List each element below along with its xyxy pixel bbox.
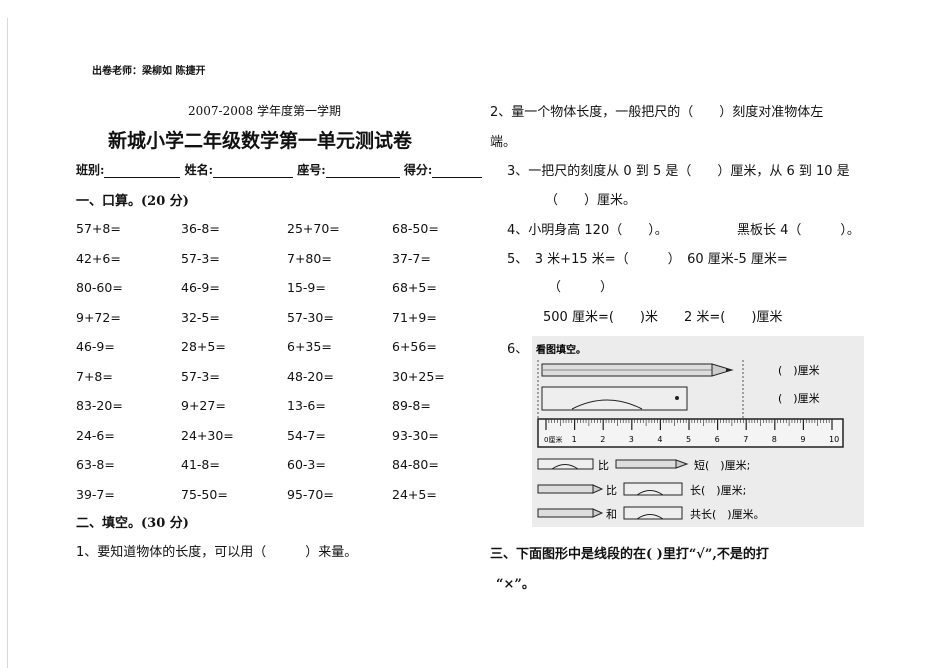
- section3-line1: 三、下面图形中是线段的在( )里打“√”,不是的打: [490, 547, 769, 562]
- figure-blank-2: ( )厘米: [778, 392, 820, 405]
- arith-problem: 54-7=: [287, 427, 326, 443]
- term-line: 2007-2008 学年度第一学期: [188, 104, 341, 118]
- arith-problem: 24-6=: [76, 427, 115, 443]
- question-4-part1: 4、小明身高 120（ ）。: [507, 223, 668, 238]
- arith-problem: 9+27=: [181, 398, 226, 413]
- question-5-line3: 500 厘米=( )米 2 米=( )厘米: [543, 310, 783, 325]
- field-seat: 座号:: [297, 163, 326, 177]
- arith-problem: 6+56=: [392, 339, 437, 354]
- arith-problem: 60-3=: [287, 457, 326, 472]
- arith-problem: 9+72=: [76, 309, 121, 325]
- ruler-tick-label: 10: [829, 435, 839, 444]
- arith-problem: 83-20=: [76, 398, 123, 413]
- ruler-tick-label: 9: [800, 435, 805, 444]
- arith-problem: 84-80=: [392, 457, 439, 472]
- arith-problem: 24+5=: [392, 486, 437, 502]
- arith-problem: 68+5=: [392, 280, 437, 295]
- arith-problem: 75-50=: [181, 486, 228, 502]
- compare-row-1: 比 短( )厘米;: [537, 458, 750, 472]
- teacher-line: 出卷老师：梁柳如 陈捷开: [92, 66, 206, 77]
- figure-caption: 看图填空。: [536, 343, 586, 356]
- arith-problem: 93-30=: [392, 427, 439, 443]
- score-blank[interactable]: [432, 165, 483, 178]
- arith-problem: 30+25=: [392, 368, 445, 384]
- arith-problem: 28+5=: [181, 339, 226, 354]
- row2-answer-text: 长( )厘米;: [690, 484, 746, 497]
- ruler-tick-label: 2: [600, 435, 605, 444]
- arith-problem: 68-50=: [392, 221, 439, 236]
- arith-problem: 46-9=: [181, 280, 220, 295]
- arith-problem: 39-7=: [76, 486, 115, 502]
- arith-problem: 71+9=: [392, 309, 437, 325]
- question-2-line1: 2、量一个物体长度，一般把尺的（ ）刻度对准物体左: [490, 105, 824, 120]
- field-class: 班别:: [76, 163, 105, 177]
- arith-problem: 24+30=: [181, 427, 234, 443]
- question-5-line1: 5、 3 米+15 米=（ ） 60 厘米-5 厘米=: [507, 252, 788, 267]
- question-4-part2: 黑板长 4（ ）。: [737, 223, 860, 238]
- arith-problem: 32-5=: [181, 309, 220, 325]
- arith-problem: 48-20=: [287, 368, 334, 384]
- row1-compare-word: 比: [598, 459, 609, 472]
- section3-line2: “×”。: [496, 577, 535, 592]
- ruler-tick-label: 3: [629, 435, 634, 444]
- ruler-tick-label: 6: [715, 435, 720, 444]
- ruler-figure: 看图填空。 ( )厘米 ( )厘米 1 2 3 4 5 6 7 8 9 10 0厘米: [532, 336, 864, 527]
- question-6-number: 6、: [507, 342, 529, 357]
- row1-answer-text: 短( )厘米;: [694, 458, 750, 472]
- arith-problem: 80-60=: [76, 280, 123, 295]
- info-fields: 班别: 姓名: 座号: 得分:: [76, 161, 483, 178]
- ruler-figure-svg: 看图填空。 ( )厘米 ( )厘米 1 2 3 4 5 6 7 8 9 10 0厘米: [536, 343, 844, 521]
- arith-problem: 13-6=: [287, 398, 326, 413]
- arith-problem: 6+35=: [287, 339, 332, 354]
- arith-problem: 57-3=: [181, 368, 220, 384]
- measuring-ruler-icon: 1 2 3 4 5 6 7 8 9 10 0厘米: [537, 418, 844, 448]
- question-1: 1、要知道物体的长度，可以用（ ）来量。: [76, 545, 358, 560]
- pencil-icon: [541, 363, 734, 377]
- arith-problem: 25+70=: [287, 221, 340, 236]
- arith-problem: 7+80=: [287, 250, 332, 266]
- class-blank[interactable]: [104, 165, 181, 178]
- compare-row-3: 和 共长( )厘米。: [537, 506, 765, 521]
- arith-problem: 57-3=: [181, 250, 220, 266]
- small-ruler-icon: [541, 386, 688, 411]
- name-blank[interactable]: [213, 165, 294, 178]
- arith-problem: 7+8=: [76, 368, 113, 384]
- compare-row-2: 比 长( )厘米;: [537, 482, 746, 497]
- section2-heading: 二、填空。(30 分): [76, 516, 189, 531]
- ruler-zero-label: 0厘米: [544, 435, 562, 444]
- arith-problem: 36-8=: [181, 221, 220, 236]
- arith-problem: 57-30=: [287, 309, 334, 325]
- arith-problem: 37-7=: [392, 250, 431, 266]
- arith-problem: 63-8=: [76, 457, 115, 472]
- question-2-line2: 端。: [490, 135, 517, 150]
- ruler-tick-label: 1: [572, 435, 577, 444]
- row3-compare-word: 和: [606, 508, 617, 521]
- arith-problem: 57+8=: [76, 221, 121, 236]
- section1-heading: 一、口算。(20 分): [76, 194, 189, 209]
- ruler-tick-label: 4: [657, 435, 662, 444]
- row2-compare-word: 比: [606, 484, 617, 497]
- question-3-line1: 3、一把尺的刻度从 0 到 5 是（ ）厘米，从 6 到 10 是: [507, 164, 850, 179]
- arith-problem: 41-8=: [181, 457, 220, 472]
- arith-problem: 15-9=: [287, 280, 326, 295]
- page-edge: [7, 18, 8, 668]
- figure-blank-1: ( )厘米: [778, 364, 820, 377]
- ruler-tick-label: 5: [686, 435, 691, 444]
- arith-problem: 46-9=: [76, 339, 115, 354]
- ruler-tick-label: 7: [743, 435, 748, 444]
- seat-blank[interactable]: [325, 165, 400, 178]
- question-3-line2: （ ）厘米。: [545, 193, 637, 208]
- question-5-line2: （ ）: [548, 280, 614, 295]
- field-name: 姓名:: [184, 163, 214, 177]
- arith-problem: 42+6=: [76, 250, 121, 266]
- page-title: 新城小学二年级数学第一单元测试卷: [108, 130, 413, 152]
- ruler-tick-label: 8: [772, 435, 777, 444]
- row3-answer-text: 共长( )厘米。: [690, 508, 765, 521]
- arith-problem: 89-8=: [392, 398, 431, 413]
- field-score: 得分:: [403, 163, 433, 177]
- arith-problem: 95-70=: [287, 486, 334, 502]
